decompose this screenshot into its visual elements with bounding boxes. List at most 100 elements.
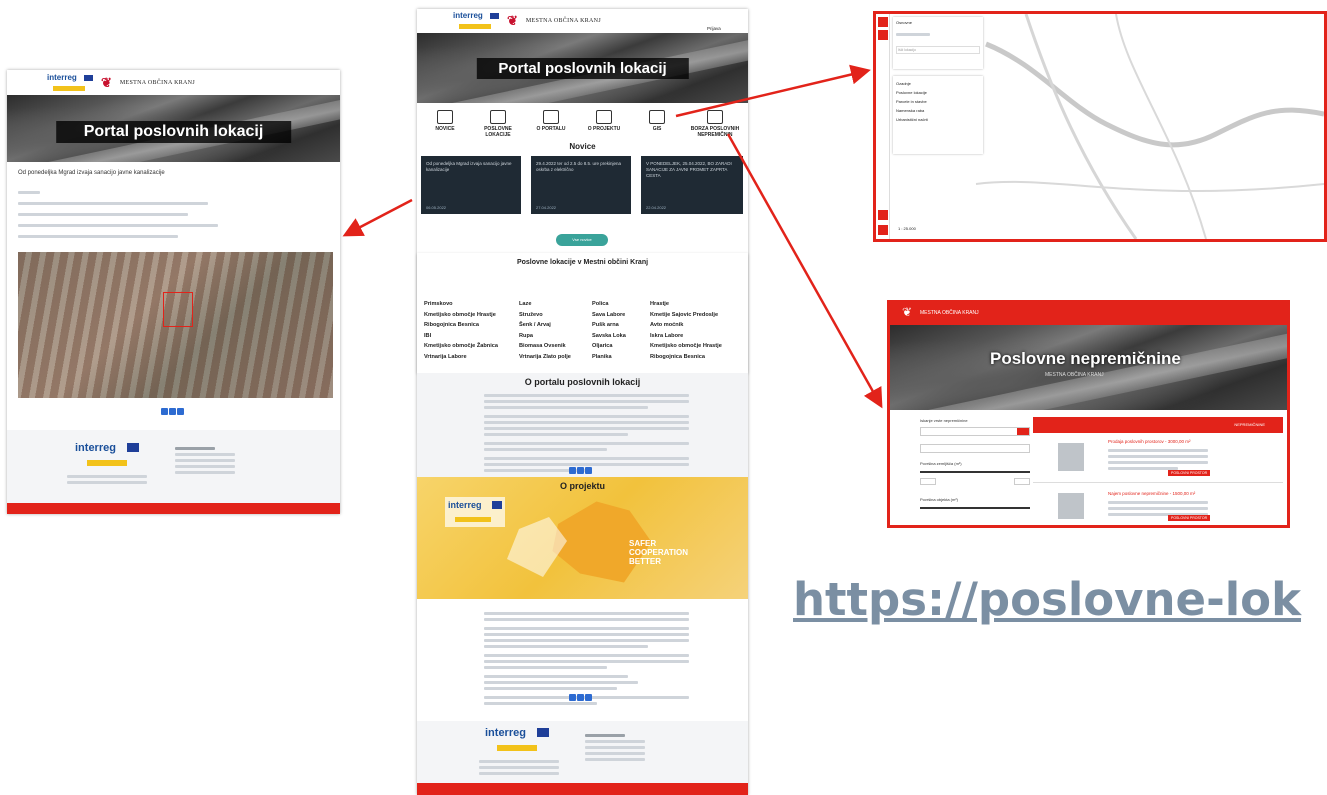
- map-icon: [649, 110, 665, 124]
- news-card-date: 27.04.2022: [536, 204, 557, 210]
- all-news-button[interactable]: Vse novice: [556, 234, 608, 246]
- nav-novice[interactable]: NOVICE: [419, 107, 471, 147]
- layers-icon[interactable]: [878, 30, 888, 40]
- footer-interreg-logo: interreg: [75, 442, 116, 454]
- main-header-logos: interreg ❦ MESTNA OBČINA KRANJ: [451, 11, 601, 31]
- location-link[interactable]: Vrtnarija Zlato polje: [519, 352, 571, 363]
- main-hero-image: Portal poslovnih lokacij: [417, 33, 748, 103]
- municipality-select[interactable]: [920, 444, 1030, 453]
- location-link[interactable]: Šenk / Arvaj: [519, 320, 571, 331]
- listing-card-1[interactable]: Prodaja poslovnih prostorov - 3000,00 m²…: [1033, 437, 1283, 483]
- layer-toggle[interactable]: Poslovne lokacije: [896, 88, 980, 97]
- nav-poslovne-lokacije[interactable]: POSLOVNE LOKACIJE: [472, 107, 524, 147]
- news-card-date: 06.05.2022: [426, 204, 447, 210]
- location-link[interactable]: IBI: [424, 331, 498, 342]
- aerial-photo: [18, 252, 333, 398]
- area-slider[interactable]: [920, 471, 1030, 473]
- location-link[interactable]: Primskovo: [424, 299, 498, 310]
- nav-label: O PORTALU: [536, 126, 566, 132]
- location-link[interactable]: Ribogojnica Besnica: [424, 320, 498, 331]
- panel-title: Osnovne: [896, 20, 913, 25]
- project-slogan: SAFER COOPERATION BETTER: [629, 539, 688, 566]
- layer-toggle[interactable]: Urbanistični načrti: [896, 115, 980, 124]
- program-tag: [459, 24, 491, 29]
- nav-o-portalu[interactable]: O PORTALU: [525, 107, 577, 147]
- article-title: Od ponedeljka Mgrad izvaja sanacijo javn…: [18, 170, 165, 176]
- footer-interreg-logo: interreg: [485, 727, 526, 739]
- location-link[interactable]: Struževo: [519, 310, 571, 321]
- site-header-logos: interreg ❦ MESTNA OBČINA KRANJ: [45, 73, 195, 93]
- type-select[interactable]: [920, 427, 1030, 436]
- building-icon: [707, 110, 723, 124]
- location-link[interactable]: Kmetijsko območje Žabnica: [424, 341, 498, 352]
- nav-borza-nepremicnin[interactable]: BORZA POSLOVNIH NEPREMIČNIN: [684, 107, 746, 147]
- program-tag: [455, 517, 491, 522]
- location-link[interactable]: Biomasa Ovsenik: [519, 341, 571, 352]
- main-page-screenshot: interreg ❦ MESTNA OBČINA KRANJ Prijava P…: [417, 9, 748, 795]
- about-portal-section: O portalu poslovnih lokacij: [417, 373, 748, 477]
- arrow-to-article: [342, 198, 413, 237]
- location-link[interactable]: Kmetijsko območje Hrastje: [424, 310, 498, 321]
- eu-flag-icon: [84, 75, 93, 81]
- slogan-line: BETTER: [629, 557, 661, 566]
- search-icon[interactable]: [878, 17, 888, 27]
- share-buttons[interactable]: [161, 408, 184, 415]
- zoom-in-icon[interactable]: [878, 210, 888, 220]
- layer-toggle[interactable]: Parcele in stavbe: [896, 97, 980, 106]
- news-card-2[interactable]: 29.4.2022 ter od 2.5 do 8.5. ure prekinj…: [531, 156, 631, 214]
- municipality-crest-icon: ❦: [507, 13, 518, 28]
- location-link[interactable]: Ribogojnica Besnica: [650, 352, 722, 363]
- location-link[interactable]: Vrtnarija Labore: [424, 352, 498, 363]
- location-link[interactable]: Polica: [592, 299, 626, 310]
- article-footer: interreg: [7, 430, 340, 503]
- municipality-crest-icon: ❦: [101, 75, 112, 90]
- location-link[interactable]: Pušk arna: [592, 320, 626, 331]
- listing-button[interactable]: POSLOVNI PROSTOR: [1168, 515, 1211, 521]
- area-min-input[interactable]: [920, 478, 936, 485]
- filter-label: Površina objekta (m²): [920, 497, 959, 502]
- news-card-text: Od ponedeljka Mgrad izvaja sanacijo javn…: [426, 161, 512, 172]
- location-link[interactable]: Avto moćnik: [650, 320, 722, 331]
- search-input[interactable]: Išči lokacijo: [896, 46, 980, 54]
- layer-toggle[interactable]: Namenska raba: [896, 106, 980, 115]
- object-area-slider[interactable]: [920, 507, 1030, 509]
- layer-panel-2: Ozadnje Poslovne lokacije Parcele in sta…: [893, 76, 983, 154]
- location-link[interactable]: Planika: [592, 352, 626, 363]
- layer-panel-1: Osnovne Išči lokacijo: [893, 17, 983, 69]
- hero-title: Portal poslovnih lokacij: [476, 58, 689, 79]
- nav-o-projektu[interactable]: O PROJEKTU: [578, 107, 630, 147]
- hero-subtitle: MESTNA OBČINA KRANJ: [1045, 372, 1104, 378]
- login-link[interactable]: Prijava: [707, 26, 721, 31]
- location-link[interactable]: Laze: [519, 299, 571, 310]
- location-link[interactable]: Hrastje: [650, 299, 722, 310]
- news-card-date: 22.04.2022: [646, 204, 667, 210]
- portal-url-link[interactable]: https://poslovne-lok: [793, 573, 1327, 626]
- location-link[interactable]: Iskra Labore: [650, 331, 722, 342]
- listing-button[interactable]: POSLOVNI PROSTOR: [1168, 470, 1211, 476]
- news-card-text: V PONEDELJEK, 25.04.2022, BO ZARADI SANA…: [646, 161, 732, 178]
- location-link[interactable]: Kmetijsko območje Hrastje: [650, 341, 722, 352]
- eu-flag-icon: [490, 13, 499, 19]
- location-link[interactable]: Sava Labore: [592, 310, 626, 321]
- search-icon[interactable]: [1017, 428, 1029, 435]
- footer-program-tag: [87, 460, 127, 466]
- zoom-out-icon[interactable]: [878, 225, 888, 235]
- area-max-input[interactable]: [1014, 478, 1030, 485]
- footer-program-tag: [497, 745, 537, 751]
- news-card-3[interactable]: V PONEDELJEK, 25.04.2022, BO ZARADI SANA…: [641, 156, 743, 214]
- share-buttons[interactable]: [569, 694, 592, 701]
- about-portal-heading: O portalu poslovnih lokacij: [524, 377, 641, 387]
- interreg-wordmark: interreg: [448, 500, 482, 510]
- buildings-icon: [490, 110, 506, 124]
- nav-gis[interactable]: GIS: [631, 107, 683, 147]
- article-hero-image: Portal poslovnih lokacij: [7, 95, 340, 162]
- building-icon: [1058, 493, 1084, 519]
- listing-card-2[interactable]: Najem poslovne nepremičnine - 1500,00 m²…: [1033, 489, 1283, 525]
- location-link[interactable]: Kmetije Sajovic Predoslje: [650, 310, 722, 321]
- news-card-1[interactable]: Od ponedeljka Mgrad izvaja sanacijo javn…: [421, 156, 521, 214]
- location-link[interactable]: Rupa: [519, 331, 571, 342]
- listings-page-screenshot: ❦ MESTNA OBČINA KRANJ Poslovne nepremičn…: [887, 300, 1290, 528]
- location-link[interactable]: Oljarica: [592, 341, 626, 352]
- location-link[interactable]: Savska Loka: [592, 331, 626, 342]
- share-buttons[interactable]: [569, 467, 592, 474]
